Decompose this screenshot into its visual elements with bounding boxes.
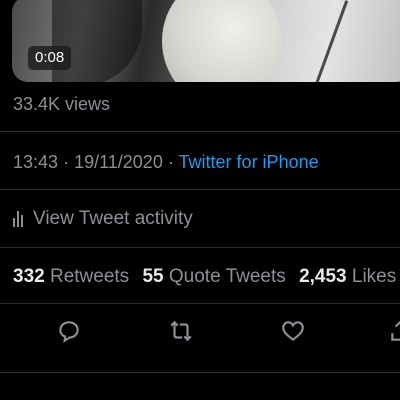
meta-separator: · (63, 152, 70, 172)
divider (0, 303, 400, 304)
divider (0, 372, 400, 373)
retweet-icon (170, 320, 192, 342)
retweets-label: Retweets (49, 266, 130, 287)
activity-label: View Tweet activity (33, 208, 193, 229)
view-tweet-activity-button[interactable]: View Tweet activity (13, 208, 193, 230)
share-icon (391, 320, 400, 341)
retweets-stat[interactable]: 332 Retweets (13, 266, 142, 287)
reply-icon (59, 321, 79, 343)
tweet-source-link[interactable]: Twitter for iPhone (179, 152, 319, 172)
video-duration-badge: 0:08 (28, 46, 72, 70)
quote-tweets-stat[interactable]: 55 Quote Tweets (142, 266, 299, 287)
engagement-stats: 332 Retweets 55 Quote Tweets 2,453 Likes (13, 266, 400, 288)
likes-label: Likes (351, 266, 397, 287)
reply-button[interactable] (56, 318, 84, 346)
likes-stat[interactable]: 2,453 Likes (299, 266, 400, 287)
quote-tweets-label: Quote Tweets (168, 266, 286, 287)
divider (0, 189, 400, 190)
tweet-action-bar (0, 318, 400, 348)
quote-tweets-count: 55 (142, 266, 164, 287)
like-icon (282, 321, 304, 342)
divider (0, 131, 400, 132)
activity-bars-icon (13, 211, 23, 227)
meta-separator: · (167, 152, 174, 172)
likes-count: 2,453 (299, 266, 347, 287)
tweet-date: 19/11/2020 (74, 152, 163, 172)
retweet-button[interactable] (168, 318, 196, 346)
tweet-time: 13:43 (13, 152, 59, 172)
like-button[interactable] (280, 318, 308, 346)
view-count: 33.4K views (13, 94, 111, 114)
tweet-detail-screen: 0:08 33.4K views 13:43 · 19/11/2020 · Tw… (0, 0, 400, 400)
retweets-count: 332 (13, 266, 45, 287)
divider (0, 247, 400, 248)
share-button[interactable] (388, 318, 400, 346)
video-player[interactable]: 0:08 (12, 0, 400, 82)
tweet-meta: 13:43 · 19/11/2020 · Twitter for iPhone (13, 152, 319, 173)
